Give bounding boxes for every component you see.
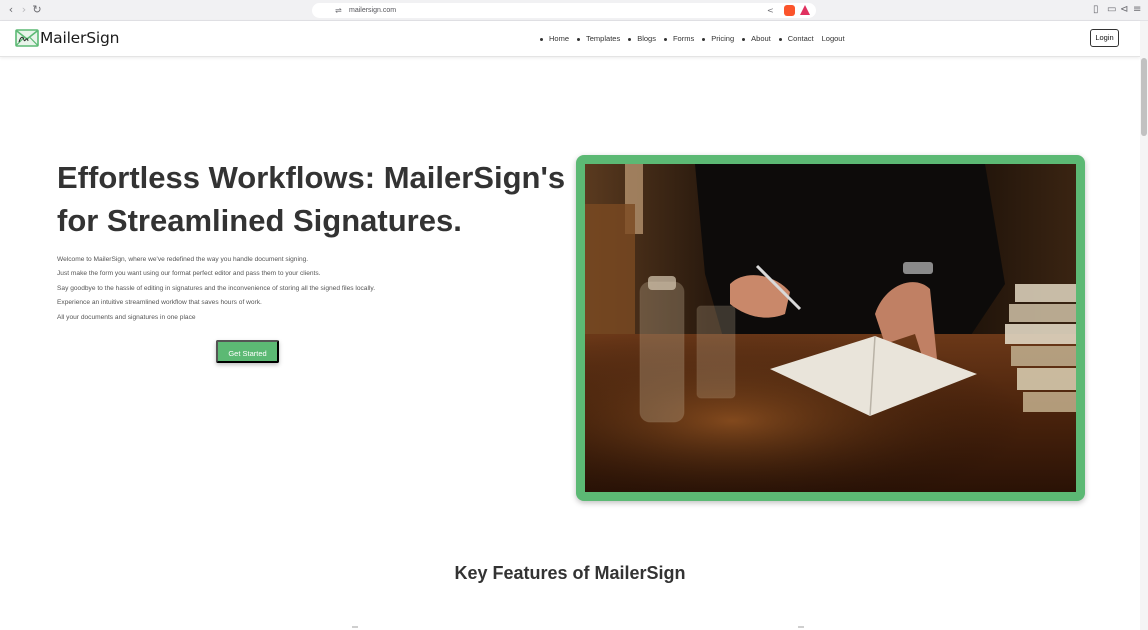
- browser-toolbar: ‹ › ↻ ▯ ⇌ mailersign.com < ▯ ▭ ⊲ ≡: [0, 0, 1148, 21]
- hero-image: [585, 164, 1076, 492]
- nav-item-label: Blogs: [637, 34, 656, 43]
- hero-line: Welcome to MailerSign, where we've redef…: [57, 256, 309, 263]
- nav-item-contact[interactable]: Contact: [778, 33, 814, 45]
- bullet-icon: [742, 37, 746, 41]
- nav-item-forms[interactable]: Forms: [663, 33, 695, 45]
- nav-item-blogs[interactable]: Blogs: [628, 33, 656, 45]
- get-started-button[interactable]: Get Started: [216, 340, 279, 363]
- nav-item-label: Pricing: [711, 34, 735, 43]
- hero-description: Welcome to MailerSign, where we've redef…: [57, 253, 537, 325]
- bullet-icon: [577, 37, 581, 41]
- brave-shield-icon[interactable]: [784, 5, 795, 16]
- nav-item-logout[interactable]: Logout: [822, 33, 845, 45]
- share-icon[interactable]: <: [767, 6, 774, 15]
- scrollbar-thumb[interactable]: [1141, 58, 1147, 136]
- nav-item-templates[interactable]: Templates: [577, 33, 620, 45]
- hero-line: Experience an intuitive streamlined work…: [57, 299, 262, 307]
- vpn-icon[interactable]: ⊲: [1120, 4, 1128, 16]
- login-button[interactable]: Login: [1090, 29, 1119, 47]
- main-nav: Home Templates Blogs Forms Pricing About…: [540, 33, 853, 45]
- nav-item-about[interactable]: About: [742, 33, 771, 45]
- site-info-icon[interactable]: ⇌: [335, 6, 342, 15]
- sidebar-icon[interactable]: ▯: [1093, 4, 1099, 16]
- nav-item-label: Contact: [787, 34, 814, 43]
- hero-line: All your documents and signatures in one…: [57, 313, 196, 321]
- chevron-right-icon[interactable]: ›: [18, 4, 30, 16]
- bullet-icon: [663, 37, 667, 41]
- hero-line: Just make the form you want using our fo…: [57, 270, 321, 278]
- nav-item-home[interactable]: Home: [540, 33, 569, 45]
- brave-rewards-icon[interactable]: [800, 5, 810, 15]
- hero-image-frame: [576, 155, 1085, 501]
- bullet-icon: [778, 37, 782, 41]
- envelope-logo-icon[interactable]: [15, 28, 39, 48]
- nav-item-label: About: [751, 34, 771, 43]
- chevron-left-icon[interactable]: ‹: [5, 4, 17, 16]
- address-bar[interactable]: ⇌ mailersign.com <: [312, 3, 816, 18]
- nav-item-label: Logout: [821, 34, 845, 43]
- url-text: mailersign.com: [349, 7, 397, 14]
- features-title: Key Features of MailerSign: [454, 563, 686, 583]
- nav-item-label: Home: [549, 34, 570, 43]
- hero-title: Effortless Workflows: MailerSign's for S…: [57, 160, 566, 238]
- bullet-icon: [540, 37, 543, 41]
- reload-icon[interactable]: ↻: [31, 4, 43, 16]
- site-header: MailerSign Home Templates Blogs Forms Pr…: [0, 21, 1140, 57]
- menu-icon[interactable]: ≡: [1133, 4, 1141, 16]
- wallet-icon[interactable]: ▭: [1107, 4, 1116, 16]
- nav-item-label: Templates: [586, 34, 621, 43]
- feature-icon-edge: [352, 626, 358, 628]
- signing-photo-illustration: [585, 164, 1076, 492]
- nav-item-pricing[interactable]: Pricing: [702, 33, 734, 45]
- feature-icon-edge: [798, 626, 804, 628]
- bullet-icon: [628, 37, 632, 41]
- nav-item-label: Forms: [672, 34, 695, 43]
- bullet-icon: [702, 37, 706, 41]
- logo-text[interactable]: MailerSign: [40, 28, 119, 48]
- hero-line: Say goodbye to the hassle of editing in …: [57, 284, 376, 292]
